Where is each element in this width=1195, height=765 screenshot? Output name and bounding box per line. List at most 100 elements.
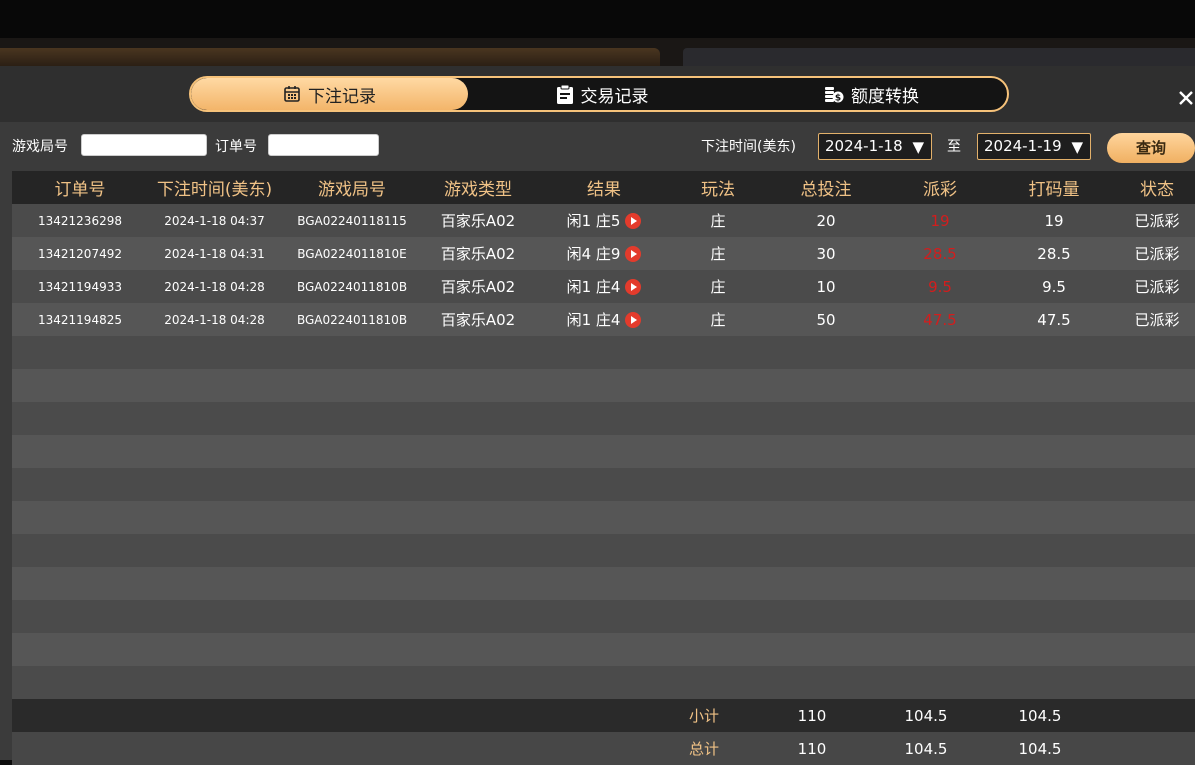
column-header: 总投注 xyxy=(800,180,852,200)
game-type-cell: 百家乐A02 xyxy=(440,212,516,230)
empty-row xyxy=(12,501,1195,534)
result-text: 闲1 庄4 xyxy=(566,278,621,296)
total-bet-cell: 50 xyxy=(816,310,836,329)
total-bet: 110 xyxy=(797,739,827,758)
result-cell: 闲1 庄4 xyxy=(533,270,675,303)
tab-bet-records[interactable]: 下注记录 xyxy=(191,78,468,110)
table-row: 13421236298 2024-1-18 04:37 BGA022401181… xyxy=(12,204,1195,237)
play-replay-icon[interactable] xyxy=(625,245,642,262)
column-header: 游戏类型 xyxy=(444,180,512,200)
table-header: 订单号 下注时间(美东) 游戏局号 游戏类型 结果 玩法 总投注 派彩 打码量 … xyxy=(12,171,1195,204)
empty-row xyxy=(12,336,1195,369)
column-header: 结果 xyxy=(587,180,621,200)
tab-credit-transfer[interactable]: $ 额度转换 xyxy=(736,78,1007,110)
empty-row xyxy=(12,369,1195,402)
play-replay-icon[interactable] xyxy=(625,311,642,328)
tab-bar: 下注记录 交易记录 $ 额度转换 xyxy=(189,76,1009,112)
bet-record-modal: 下注记录 交易记录 $ 额度转换 游戏局号 订单号 下注时间(美东) 2024-… xyxy=(0,66,1195,765)
total-code-amount: 104.5 xyxy=(1018,739,1062,758)
status-cell: 已派彩 xyxy=(1134,212,1180,230)
subtotal-label: 小计 xyxy=(688,707,719,725)
total-bet-cell: 30 xyxy=(816,244,836,263)
payout-cell: 19 xyxy=(930,211,950,230)
empty-row xyxy=(12,402,1195,435)
top-bar xyxy=(0,0,1195,38)
close-icon[interactable] xyxy=(1176,88,1195,108)
date-from-select[interactable]: 2024-1-18 ▼ xyxy=(818,133,932,160)
result-text: 闲1 庄5 xyxy=(566,212,621,230)
table-row: 13421194825 2024-1-18 04:28 BGA022401181… xyxy=(12,303,1195,336)
game-type-cell: 百家乐A02 xyxy=(440,278,516,296)
subtotal-bet: 110 xyxy=(797,706,827,725)
tab-label: 下注记录 xyxy=(308,86,376,107)
result-cell: 闲4 庄9 xyxy=(533,237,675,270)
background-panel-left xyxy=(0,48,660,66)
payout-cell: 9.5 xyxy=(928,277,952,296)
calendar-icon xyxy=(284,86,300,102)
subtotal-payout: 104.5 xyxy=(904,706,948,725)
empty-row xyxy=(12,633,1195,666)
play-type-cell: 庄 xyxy=(710,278,726,296)
column-header: 订单号 xyxy=(54,180,106,200)
background-panel-right xyxy=(683,48,1195,66)
code-amount-cell: 19 xyxy=(1044,211,1064,230)
filter-bar: 游戏局号 订单号 下注时间(美东) 2024-1-18 ▼ 至 2024-1-1… xyxy=(0,122,1195,170)
result-text: 闲1 庄4 xyxy=(566,311,621,329)
round-number-input[interactable] xyxy=(81,134,207,156)
bet-time-cell: 2024-1-18 04:37 xyxy=(164,213,265,228)
status-cell: 已派彩 xyxy=(1134,245,1180,263)
total-row: 总计 110 104.5 104.5 xyxy=(12,732,1195,765)
payout-cell: 28.5 xyxy=(923,244,957,263)
bet-records-table: 订单号 下注时间(美东) 游戏局号 游戏类型 结果 玩法 总投注 派彩 打码量 … xyxy=(12,171,1195,765)
dropdown-arrow-icon: ▼ xyxy=(1071,138,1083,156)
round-number-cell: BGA0224011810E xyxy=(297,246,407,261)
date-from-value: 2024-1-18 xyxy=(825,137,903,155)
game-type-cell: 百家乐A02 xyxy=(440,311,516,329)
bet-time-cell: 2024-1-18 04:28 xyxy=(164,279,265,294)
background-strip xyxy=(0,38,1195,66)
empty-row xyxy=(12,435,1195,468)
total-bet-cell: 10 xyxy=(816,277,836,296)
total-bet-cell: 20 xyxy=(816,211,836,230)
column-header: 打码量 xyxy=(1028,180,1080,200)
order-number-input[interactable] xyxy=(268,134,379,156)
round-number-cell: BGA0224011810B xyxy=(296,312,408,327)
total-payout: 104.5 xyxy=(904,739,948,758)
bet-time-label: 下注时间(美东) xyxy=(701,139,796,155)
code-amount-cell: 47.5 xyxy=(1037,310,1071,329)
date-to-select[interactable]: 2024-1-19 ▼ xyxy=(977,133,1091,160)
tab-transaction-records[interactable]: 交易记录 xyxy=(468,78,736,110)
empty-row xyxy=(12,666,1195,699)
empty-row xyxy=(12,468,1195,501)
order-number-cell: 13421236298 xyxy=(38,213,122,228)
bet-time-cell: 2024-1-18 04:28 xyxy=(164,312,265,327)
subtotal-row: 小计 110 104.5 104.5 xyxy=(12,699,1195,732)
round-number-label: 游戏局号 xyxy=(12,139,68,155)
play-replay-icon[interactable] xyxy=(625,278,642,295)
status-cell: 已派彩 xyxy=(1134,311,1180,329)
column-header: 下注时间(美东) xyxy=(156,180,273,200)
coins-icon: $ xyxy=(825,87,844,103)
query-button[interactable]: 查询 xyxy=(1107,133,1195,163)
status-cell: 已派彩 xyxy=(1134,278,1180,296)
bet-time-cell: 2024-1-18 04:31 xyxy=(164,246,265,261)
play-replay-icon[interactable] xyxy=(625,212,642,229)
order-number-cell: 13421207492 xyxy=(38,246,122,261)
column-header: 游戏局号 xyxy=(318,180,386,200)
empty-row xyxy=(12,600,1195,633)
payout-cell: 47.5 xyxy=(923,310,957,329)
tab-label: 交易记录 xyxy=(580,86,649,107)
result-cell: 闲1 庄4 xyxy=(533,303,675,336)
column-header: 派彩 xyxy=(923,180,957,200)
subtotal-code-amount: 104.5 xyxy=(1018,706,1062,725)
clipboard-icon xyxy=(556,84,573,104)
column-header: 玩法 xyxy=(701,180,735,200)
total-label: 总计 xyxy=(688,740,719,758)
code-amount-cell: 9.5 xyxy=(1042,277,1066,296)
play-type-cell: 庄 xyxy=(710,245,726,263)
table-row: 13421207492 2024-1-18 04:31 BGA022401181… xyxy=(12,237,1195,270)
dropdown-arrow-icon: ▼ xyxy=(912,138,924,156)
tab-label: 额度转换 xyxy=(851,86,919,107)
result-cell: 闲1 庄5 xyxy=(533,204,675,237)
